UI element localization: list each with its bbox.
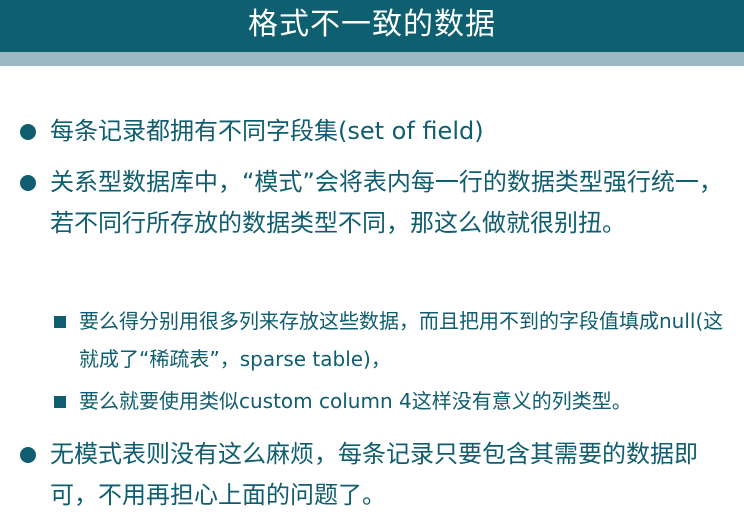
bullet-text-3: 无模式表则没有这么麻烦，每条记录只要包含其需要的数据即可，不用再担心上面的问题了… xyxy=(50,440,698,509)
bullet-dot-icon xyxy=(18,445,38,465)
bullet-text-2: 关系型数据库中，“模式”会将表内每一行的数据类型强行统一，若不同行所存放的数据类… xyxy=(50,168,723,237)
slide-content: 每条记录都拥有不同字段集(set of field) 关系型数据库中，“模式”会… xyxy=(0,0,744,509)
bullet-dot-icon xyxy=(18,122,38,142)
bullet-text-1: 每条记录都拥有不同字段集(set of field) xyxy=(50,117,484,145)
bullet-dot xyxy=(20,447,36,463)
bullet-dot-icon xyxy=(18,173,38,193)
bullet-square xyxy=(54,316,66,328)
bullet-square-icon xyxy=(54,396,68,410)
bullet-square xyxy=(54,396,66,408)
bullet-dot xyxy=(20,124,36,140)
sub-bullet-text-1: 要么得分别用很多列来存放这些数据，而且把用不到的字段值填成null(这就成了“稀… xyxy=(79,309,724,371)
bullet-square-icon xyxy=(54,316,68,330)
bullet-dot xyxy=(20,175,36,191)
sub-bullet-text-2: 要么就要使用类似custom column 4这样没有意义的列类型。 xyxy=(79,389,632,413)
